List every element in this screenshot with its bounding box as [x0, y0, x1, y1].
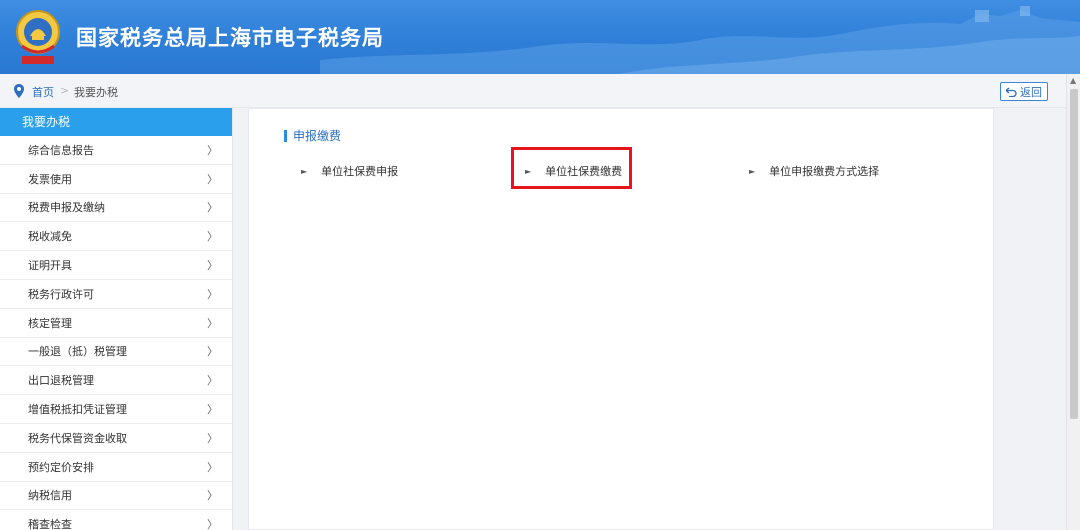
sidebar-item-info-report[interactable]: 综合信息报告〉 [0, 136, 232, 165]
sidebar-item-certificate[interactable]: 证明开具〉 [0, 251, 232, 280]
return-arrow-icon [1006, 87, 1017, 97]
site-title: 国家税务总局上海市电子税务局 [76, 26, 384, 50]
sidebar-heading[interactable]: 我要办税 [0, 108, 232, 136]
sidebar-item-vat-voucher[interactable]: 增值税抵扣凭证管理〉 [0, 395, 232, 424]
scrollbar-thumb[interactable] [1070, 89, 1078, 419]
chevron-right-icon: 〉 [207, 143, 218, 157]
sidebar-item-inspection[interactable]: 稽查检查〉 [0, 510, 232, 530]
breadcrumb-home-link[interactable]: 首页 [32, 84, 54, 100]
scroll-up-icon[interactable]: ▲ [1070, 76, 1076, 85]
page-scrollbar[interactable]: ▲ [1066, 74, 1080, 530]
sidebar-item-tax-reduction[interactable]: 税收减免〉 [0, 222, 232, 252]
breadcrumb: 首页 > 我要办税 返回 [0, 74, 1066, 108]
chevron-right-icon: 〉 [207, 431, 218, 445]
tax-emblem-icon [16, 10, 60, 64]
sidebar: 我要办税 综合信息报告〉 发票使用〉 税费申报及缴纳〉 税收减免〉 证明开具〉 … [0, 108, 233, 530]
sidebar-item-custody-funds[interactable]: 税务代保管资金收取〉 [0, 424, 232, 453]
chevron-right-icon: 〉 [207, 489, 218, 503]
chevron-right-icon: 〉 [207, 172, 218, 186]
sidebar-item-export-refund[interactable]: 出口退税管理〉 [0, 366, 232, 396]
back-button[interactable]: 返回 [1000, 82, 1048, 101]
location-pin-icon [14, 84, 24, 98]
chevron-right-icon: 〉 [207, 287, 218, 301]
highlight-box [511, 147, 632, 189]
arrow-right-icon: ► [749, 166, 756, 176]
sidebar-item-tax-declaration[interactable]: 税费申报及缴纳〉 [0, 194, 232, 223]
link-payment-method-selection[interactable]: ► 单位申报缴费方式选择 [749, 163, 879, 179]
sidebar-item-invoice[interactable]: 发票使用〉 [0, 165, 232, 194]
section-marker [284, 129, 287, 142]
breadcrumb-current: 我要办税 [74, 86, 118, 99]
chevron-right-icon: 〉 [207, 345, 218, 359]
great-wall-background [320, 6, 1080, 74]
chevron-right-icon: 〉 [207, 374, 218, 388]
chevron-right-icon: 〉 [207, 316, 218, 330]
breadcrumb-separator: > [60, 84, 70, 97]
sidebar-item-tax-credit[interactable]: 纳税信用〉 [0, 482, 232, 511]
chevron-right-icon: 〉 [207, 403, 218, 417]
chevron-right-icon: 〉 [207, 518, 218, 530]
link-social-insurance-declaration[interactable]: ► 单位社保费申报 [301, 163, 398, 179]
sidebar-item-admin-license[interactable]: 税务行政许可〉 [0, 280, 232, 309]
main-panel: 申报缴费 ► 单位社保费申报 ► 单位社保费缴费 ► 单位申报缴费方式选择 [248, 108, 994, 530]
site-header: 国家税务总局上海市电子税务局 [0, 0, 1080, 74]
sidebar-item-assessment[interactable]: 核定管理〉 [0, 309, 232, 338]
back-button-label: 返回 [1020, 85, 1042, 99]
chevron-right-icon: 〉 [207, 460, 218, 474]
arrow-right-icon: ► [301, 166, 308, 176]
chevron-right-icon: 〉 [207, 259, 218, 273]
sidebar-item-pricing-arrangement[interactable]: 预约定价安排〉 [0, 453, 232, 482]
section-title: 申报缴费 [284, 127, 341, 144]
chevron-right-icon: 〉 [207, 230, 218, 244]
sidebar-item-refund[interactable]: 一般退（抵）税管理〉 [0, 338, 232, 367]
chevron-right-icon: 〉 [207, 201, 218, 215]
